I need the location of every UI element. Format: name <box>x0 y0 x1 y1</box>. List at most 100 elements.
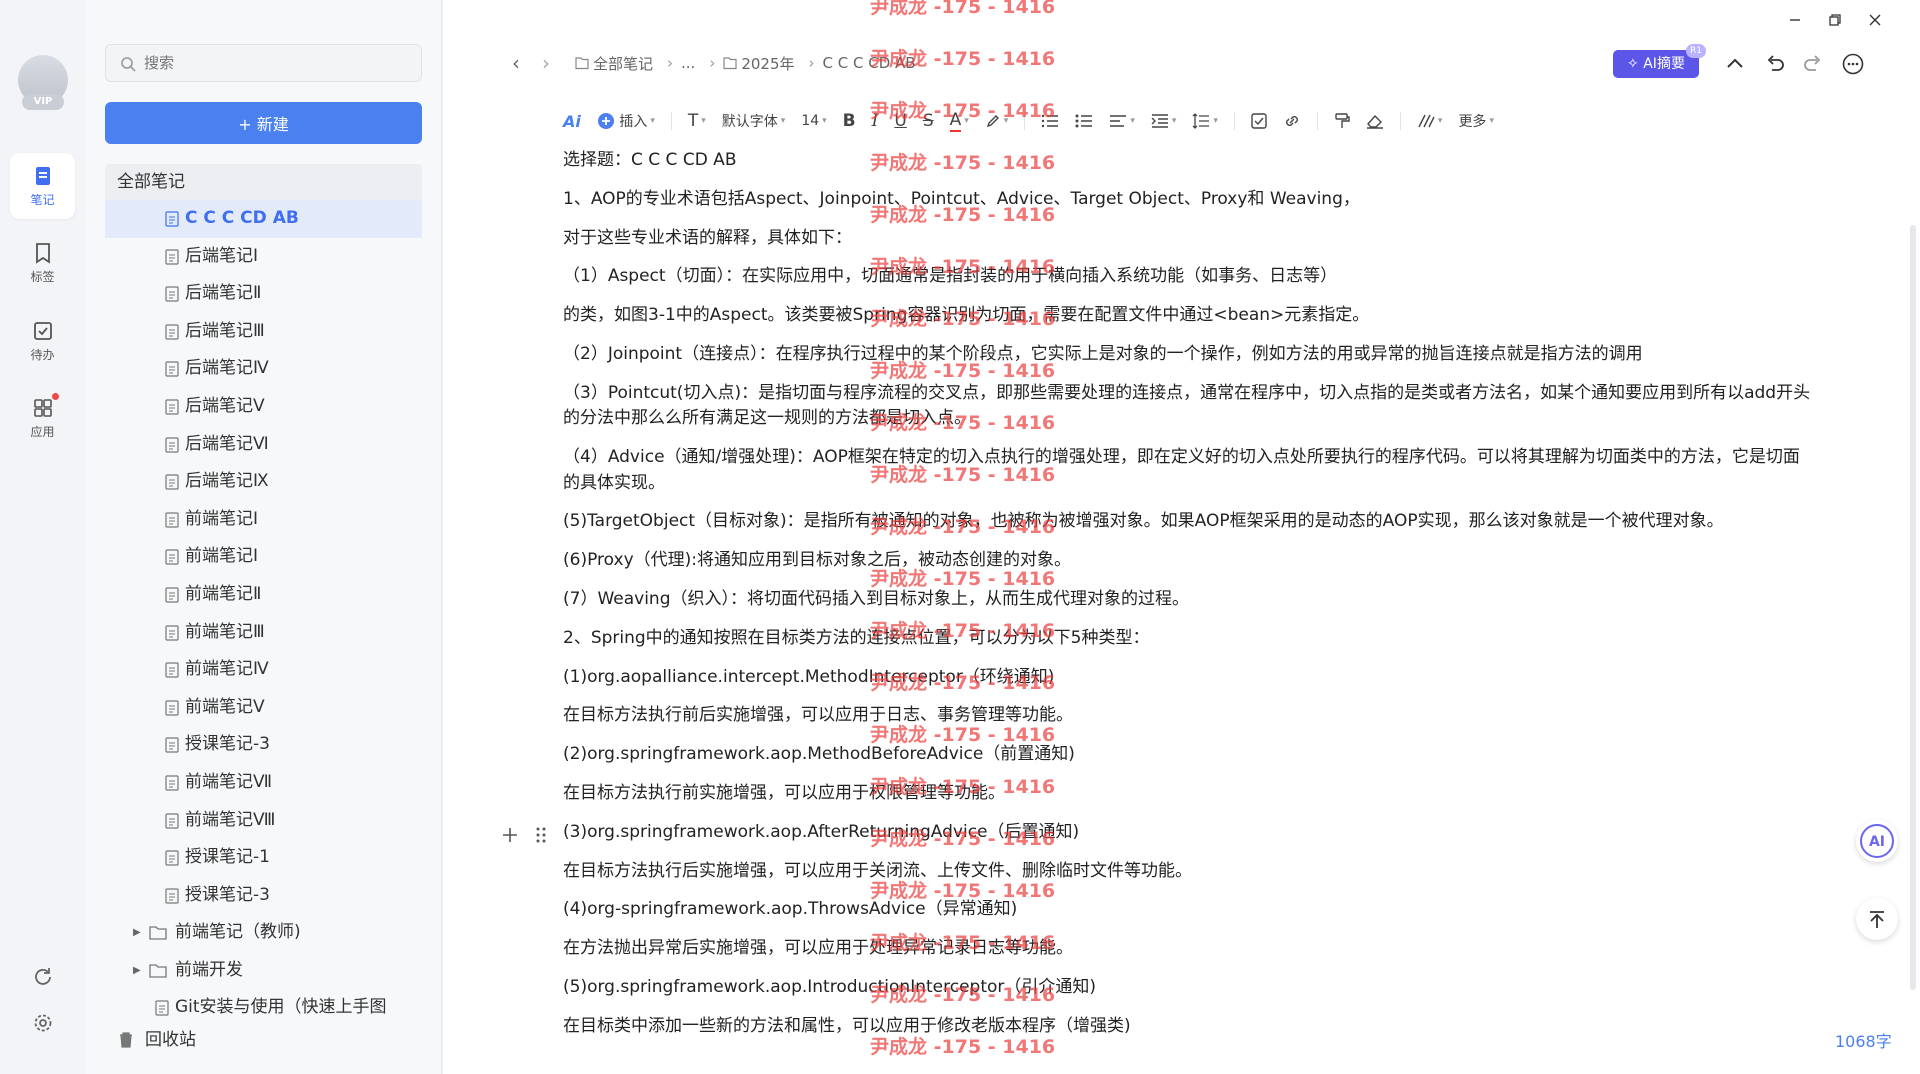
paragraph[interactable]: 在目标方法执行后实施增强，可以应用于关闭流、上传文件、删除临时文件等功能。 <box>563 859 1813 885</box>
font-color-button[interactable]: A ▾ <box>949 110 969 132</box>
clear-format-button[interactable] <box>1366 113 1384 129</box>
search-box[interactable] <box>105 44 422 82</box>
ai-assist-button[interactable]: Ai <box>563 112 581 131</box>
list-item[interactable]: 前端笔记Ⅶ <box>105 764 422 802</box>
list-item[interactable]: 后端笔记Ⅳ <box>105 350 422 388</box>
paragraph[interactable]: (6)Proxy（代理):将通知应用到目标对象之后，被动态创建的对象。 <box>563 548 1813 574</box>
list-item[interactable]: 前端笔记Ⅰ <box>105 538 422 576</box>
list-item[interactable]: 后端笔记Ⅴ <box>105 388 422 426</box>
more-menu[interactable]: 更多 ▾ <box>1458 111 1494 131</box>
search-input[interactable] <box>144 51 404 75</box>
list-item[interactable]: 前端笔记Ⅴ <box>105 689 422 727</box>
paragraph[interactable]: (3)org.springframework.aop.AfterReturnin… <box>563 820 1813 846</box>
paragraph[interactable]: (2)org.springframework.aop.MethodBeforeA… <box>563 742 1813 768</box>
divider-style-button[interactable]: ▾ <box>1417 113 1442 129</box>
ordered-list-button[interactable] <box>1041 113 1059 129</box>
bullet-list-button[interactable] <box>1075 113 1093 129</box>
ai-assistant-button[interactable]: AI <box>1856 820 1898 862</box>
more-options-icon[interactable] <box>1841 52 1865 76</box>
note-list[interactable]: C C C CD AB 后端笔记Ⅰ 后端笔记Ⅱ 后端笔记Ⅲ 后端笔记Ⅳ 后端笔记Ⅴ 后端笔记… <box>105 200 422 1044</box>
undo-icon[interactable] <box>1763 52 1787 76</box>
highlight-button[interactable]: ▾ <box>985 113 1008 129</box>
breadcrumb-item[interactable]: C C C CD AB <box>823 54 916 72</box>
breadcrumb-item[interactable]: 2025年 <box>723 53 795 74</box>
caret-right-icon[interactable]: ▶ <box>133 914 141 952</box>
align-button[interactable]: ▾ <box>1109 113 1135 129</box>
insert-menu[interactable]: 插入 ▾ <box>597 111 655 131</box>
forward-button[interactable]: › <box>531 51 561 75</box>
list-item[interactable]: 后端笔记Ⅲ <box>105 313 422 351</box>
paragraph[interactable]: 对于这些专业术语的解释，具体如下： <box>563 226 1813 252</box>
list-item[interactable]: 前端笔记Ⅰ <box>105 501 422 539</box>
paragraph[interactable]: 的类，如图3-1中的Aspect。该类要被Spring容器识别为切面，需要在配置… <box>563 303 1813 329</box>
note-body[interactable]: 选择题：C C C CD AB 1、AOP的专业术语包括Aspect、Joinpo… <box>563 148 1813 1053</box>
indent-button[interactable]: ▾ <box>1151 113 1176 129</box>
minimize-button[interactable] <box>1783 8 1807 32</box>
restore-button[interactable] <box>1823 8 1847 32</box>
list-item[interactable]: 前端笔记Ⅷ <box>105 802 422 840</box>
paragraph[interactable]: （1）Aspect（切面）：在实际应用中，切面通常是指封装的用于横向插入系统功能… <box>563 264 1813 290</box>
italic-button[interactable]: I <box>872 111 879 131</box>
folder-item[interactable]: ▶ 前端笔记（教师) <box>105 914 422 952</box>
chevron-up-icon[interactable] <box>1723 52 1747 76</box>
folder-item[interactable]: ▶ 前端开发 <box>105 952 422 990</box>
paragraph[interactable]: 在目标方法执行前实施增强，可以应用于权限管理等功能。 <box>563 781 1813 807</box>
paragraph[interactable]: (7）Weaving（织入）：将切面代码插入到目标对象上，从而生成代理对象的过程… <box>563 587 1813 613</box>
sync-icon[interactable] <box>32 966 54 988</box>
paragraph[interactable]: 在方法抛出异常后实施增强，可以应用于处理异常记录日志等功能。 <box>563 936 1813 962</box>
paragraph[interactable]: (4)org-springframework.aop.ThrowsAdvice（… <box>563 897 1813 923</box>
paragraph[interactable]: (5)org.springframework.aop.IntroductionI… <box>563 975 1813 1001</box>
trash-button[interactable]: 回收站 <box>117 1025 196 1050</box>
paragraph[interactable]: （3）Pointcut(切入点)：是指切面与程序流程的交叉点，即那些需要处理的连… <box>563 381 1813 432</box>
list-item[interactable]: 后端笔记Ⅸ <box>105 463 422 501</box>
list-item[interactable]: 后端笔记Ⅵ <box>105 426 422 464</box>
link-button[interactable] <box>1283 113 1301 129</box>
redo-icon[interactable] <box>1801 52 1825 76</box>
list-item[interactable]: 授课笔记-1 <box>105 839 422 877</box>
back-button[interactable]: ‹ <box>501 51 531 75</box>
paragraph[interactable]: (1)org.aopalliance.intercept.MethodInter… <box>563 665 1813 691</box>
paragraph[interactable]: （2）Joinpoint（连接点）：在程序执行过程中的某个阶段点，它实际上是对象… <box>563 342 1813 368</box>
rail-item-notes[interactable]: 笔记 <box>10 153 75 219</box>
bold-button[interactable]: B <box>843 111 856 131</box>
underline-button[interactable]: U <box>894 111 906 131</box>
paragraph[interactable]: 1、AOP的专业术语包括Aspect、Joinpoint、Pointcut、Ad… <box>563 187 1813 213</box>
paragraph[interactable]: 2、Spring中的通知按照在目标类方法的连接点位置，可以分为以下5种类型： <box>563 626 1813 652</box>
list-item[interactable]: 授课笔记-3 <box>105 726 422 764</box>
scrollbar[interactable] <box>1910 225 1916 990</box>
new-note-button[interactable]: + 新建 <box>105 102 422 144</box>
rail-item-todo[interactable]: 待办 <box>10 308 75 374</box>
caret-right-icon[interactable]: ▶ <box>133 952 141 990</box>
list-item[interactable]: 前端笔记Ⅱ <box>105 576 422 614</box>
tree-root-all-notes[interactable]: 全部笔记 <box>105 164 422 200</box>
drag-handle-icon[interactable] <box>535 826 547 844</box>
breadcrumb-item[interactable]: 全部笔记 <box>575 53 653 74</box>
list-item[interactable]: 后端笔记Ⅱ <box>105 275 422 313</box>
font-size-select[interactable]: 14 ▾ <box>801 113 826 129</box>
paragraph[interactable]: (5)TargetObject（目标对象)：是指所有被通知的对象，也被称为被增强… <box>563 509 1813 535</box>
toolbar-divider <box>1316 112 1318 130</box>
paragraph[interactable]: 选择题：C C C CD AB <box>563 148 1813 174</box>
close-button[interactable] <box>1863 8 1887 32</box>
paragraph[interactable]: 在目标类中添加一些新的方法和属性，可以应用于修改老版本程序（增强类) <box>563 1014 1813 1040</box>
strikethrough-button[interactable]: S <box>923 111 934 131</box>
font-family-select[interactable]: 默认字体 ▾ <box>722 111 786 131</box>
list-item[interactable]: 授课笔记-3 <box>105 877 422 915</box>
paragraph[interactable]: （4）Advice（通知/增强处理)：AOP框架在特定的切入点执行的增强处理，即… <box>563 445 1813 496</box>
paragraph[interactable]: 在目标方法执行前后实施增强，可以应用于日志、事务管理等功能。 <box>563 703 1813 729</box>
rail-item-apps[interactable]: 应用 <box>10 385 75 451</box>
list-item-active[interactable]: C C C CD AB <box>105 200 422 238</box>
format-painter-button[interactable] <box>1334 113 1350 129</box>
list-item[interactable]: 后端笔记Ⅰ <box>105 238 422 276</box>
list-item[interactable]: Git安装与使用（快速上手图 <box>105 989 422 1027</box>
add-block-icon[interactable] <box>501 826 519 844</box>
back-to-top-button[interactable] <box>1856 898 1898 940</box>
text-style-menu[interactable]: T ▾ <box>688 111 706 131</box>
list-item[interactable]: 前端笔记Ⅳ <box>105 651 422 689</box>
gear-icon[interactable] <box>32 1012 54 1034</box>
task-list-button[interactable] <box>1251 113 1267 129</box>
breadcrumb-item[interactable]: ... <box>681 54 695 72</box>
line-height-button[interactable]: ▾ <box>1192 113 1218 129</box>
list-item[interactable]: 前端笔记Ⅲ <box>105 614 422 652</box>
rail-item-tags[interactable]: 标签 <box>10 230 75 296</box>
